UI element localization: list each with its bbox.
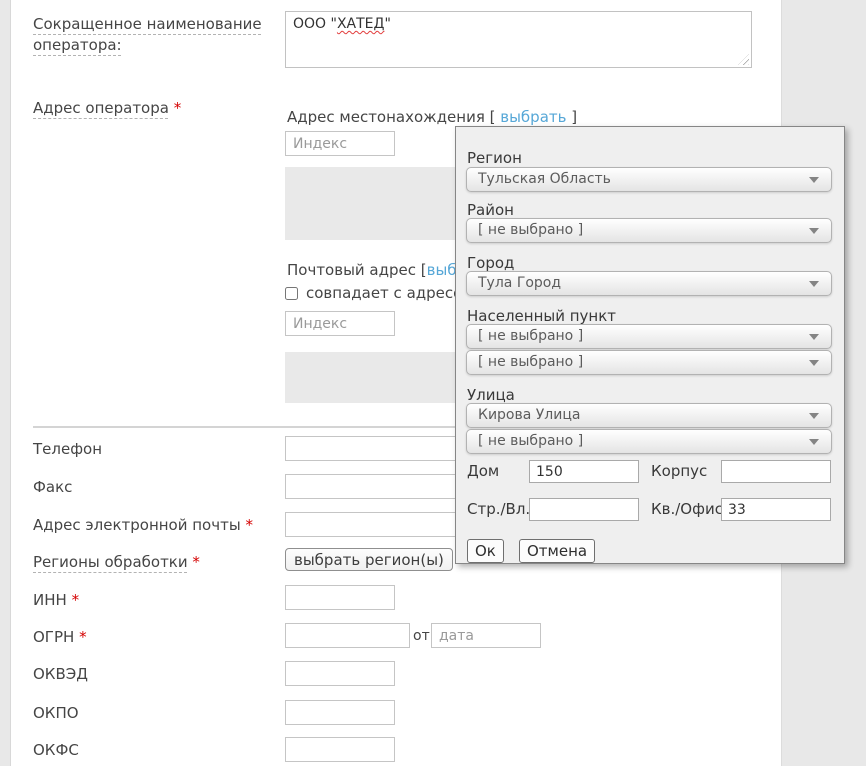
phone-label: Телефон xyxy=(33,439,102,460)
ogrn-date-input[interactable] xyxy=(431,623,541,648)
ogrn-from-label: от xyxy=(413,628,430,644)
location-index-input[interactable] xyxy=(285,131,395,156)
inn-input[interactable] xyxy=(285,585,395,610)
resize-grip-icon[interactable] xyxy=(738,54,749,65)
okfs-input[interactable] xyxy=(285,737,395,762)
ogrn-label: ОГРН * xyxy=(33,627,87,648)
location-address-header: Адрес местонахождения [ выбрать ] xyxy=(287,107,577,128)
required-asterisk: * xyxy=(72,591,80,609)
city-label: Город xyxy=(467,254,514,272)
short-name-value: ООО "ХАТЕД" xyxy=(293,16,391,32)
address-popup: Регион Тульская Область Район [ не выбра… xyxy=(455,126,845,564)
office-label: Кв./Офис xyxy=(651,500,723,518)
okved-input[interactable] xyxy=(285,661,395,686)
postal-index-input[interactable] xyxy=(285,311,395,336)
operator-address-label: Адрес оператора * xyxy=(33,98,181,119)
okfs-label: ОКФС xyxy=(33,740,79,761)
house-label: Дом xyxy=(467,462,499,480)
settlement-select[interactable]: [ не выбрано ] xyxy=(466,324,832,349)
chevron-down-icon xyxy=(809,439,819,445)
required-asterisk: * xyxy=(192,553,200,571)
house-input[interactable] xyxy=(529,460,639,483)
district-select[interactable]: [ не выбрано ] xyxy=(466,218,832,243)
regions-label: Регионы обработки * xyxy=(33,552,200,573)
building-label: Корпус xyxy=(651,462,707,480)
structure-label: Стр./Вл. xyxy=(467,500,530,518)
chevron-down-icon xyxy=(809,177,819,183)
inn-label: ИНН * xyxy=(33,590,79,611)
chevron-down-icon xyxy=(809,228,819,234)
office-input[interactable] xyxy=(721,498,831,521)
ok-button[interactable]: Ок xyxy=(467,539,504,563)
building-input[interactable] xyxy=(721,460,831,483)
district-label: Район xyxy=(467,201,514,219)
short-name-label: Сокращенное наименование оператора: xyxy=(33,14,268,56)
misspelled-word: ХАТЕД xyxy=(337,16,385,32)
okved-label: ОКВЭД xyxy=(33,664,88,685)
city-select[interactable]: Тула Город xyxy=(466,271,832,296)
okpo-input[interactable] xyxy=(285,700,395,725)
cancel-button[interactable]: Отмена xyxy=(519,539,595,563)
settlement-label: Населенный пункт xyxy=(467,307,616,325)
chevron-down-icon xyxy=(809,334,819,340)
street-label: Улица xyxy=(467,386,515,404)
short-name-textarea[interactable]: ООО "ХАТЕД" xyxy=(285,11,752,68)
chevron-down-icon xyxy=(809,281,819,287)
chevron-down-icon xyxy=(809,413,819,419)
required-asterisk: * xyxy=(245,516,253,534)
ogrn-input[interactable] xyxy=(285,623,410,648)
okpo-label: ОКПО xyxy=(33,703,79,724)
same-address-checkbox[interactable] xyxy=(285,287,298,300)
settlement-select-2[interactable]: [ не выбрано ] xyxy=(466,350,832,375)
select-regions-button[interactable]: выбрать регион(ы) xyxy=(285,548,453,571)
chevron-down-icon xyxy=(809,360,819,366)
fax-label: Факс xyxy=(33,477,72,498)
structure-input[interactable] xyxy=(529,498,639,521)
street-select-2[interactable]: [ не выбрано ] xyxy=(466,429,832,454)
street-select[interactable]: Кирова Улица xyxy=(466,403,832,428)
region-label: Регион xyxy=(467,149,522,167)
email-label: Адрес электронной почты * xyxy=(33,515,253,536)
required-asterisk: * xyxy=(174,99,182,117)
required-asterisk: * xyxy=(79,628,87,646)
region-select[interactable]: Тульская Область xyxy=(466,167,832,192)
location-address-select-link[interactable]: выбрать xyxy=(500,108,566,126)
